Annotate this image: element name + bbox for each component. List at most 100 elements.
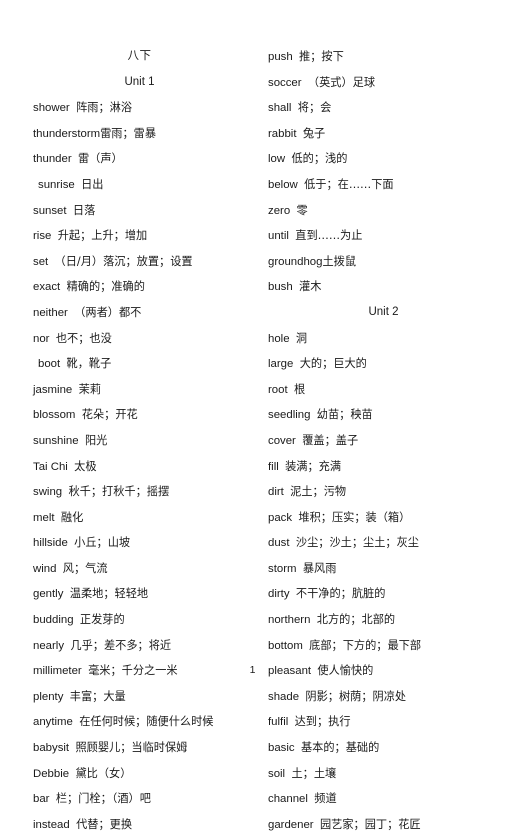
entry-term: storm (268, 562, 297, 575)
entry-term: large (268, 358, 294, 371)
entry-gloss: 土拨鼠 (322, 254, 357, 268)
entry-term: basic (268, 742, 295, 755)
entry-gloss: 几乎；差不多；将近 (70, 638, 172, 652)
entry-term: gently (33, 588, 64, 601)
entry-gloss: 低于；在……下面 (304, 177, 394, 191)
entry-gloss: 融化 (60, 510, 84, 524)
vocabulary-entry: fill 装满；充满 (268, 454, 499, 480)
vocabulary-entry: rabbit 兔子 (268, 121, 499, 147)
vocabulary-entry: gently 温柔地；轻轻地 (33, 581, 246, 607)
vocabulary-entry: shall 将；会 (268, 95, 499, 121)
entry-gloss: 幼苗；秧苗 (316, 408, 373, 422)
vocabulary-entry: thunderstorm雷雨；雷暴 (33, 121, 246, 147)
entry-gloss: 雷雨；雷暴 (100, 126, 157, 140)
entry-term: hole (268, 332, 290, 345)
entry-gloss: （英式）足球 (307, 75, 376, 89)
entry-term: soccer (268, 76, 302, 89)
entry-term: below (268, 178, 298, 191)
page-number: 1 (249, 664, 256, 676)
vocabulary-entry: jasmine 茉莉 (33, 377, 246, 403)
vocabulary-entry: sunshine 阳光 (33, 428, 246, 454)
entry-gloss: 零 (296, 203, 308, 217)
entry-gloss: 直到……为止 (295, 229, 363, 243)
entry-term: melt (33, 511, 55, 524)
entry-gloss: 将；会 (297, 101, 332, 115)
entry-gloss: 堆积；压实；装（箱） (298, 510, 411, 524)
entry-gloss: 日出 (81, 177, 104, 191)
entry-gloss: 灌木 (299, 280, 322, 294)
entry-term: cover (268, 434, 296, 447)
entry-term: set (33, 255, 49, 268)
vocabulary-entry: until 直到……为止 (268, 223, 499, 249)
vocabulary-entry: blossom 花朵；开花 (33, 402, 246, 428)
entry-term: bottom (268, 639, 303, 652)
entry-term: until (268, 230, 289, 243)
entry-gloss: 沙尘；沙土；尘土；灰尘 (295, 536, 419, 550)
left-entry-list: shower 阵雨；淋浴 thunderstorm雷雨；雷暴 thunder 雷（声… (33, 95, 246, 837)
entry-gloss: 雷（声） (77, 152, 123, 166)
entry-term: northern (268, 614, 311, 627)
entry-gloss: 升起；上升；增加 (57, 229, 148, 243)
vocabulary-entry: basic 基本的；基础的 (268, 735, 499, 761)
vocabulary-entry: pack 堆积；压实；装（箱） (268, 505, 499, 531)
entry-gloss: 日落 (72, 203, 96, 217)
vocabulary-entry: bush 灌木 (268, 274, 499, 300)
vocabulary-entry: soil 土；土壤 (268, 761, 499, 787)
entry-gloss: 低的；浅的 (291, 152, 348, 166)
entry-term: instead (33, 818, 70, 831)
vocabulary-entry: low 低的；浅的 (268, 146, 499, 172)
entry-term: babysit (33, 742, 70, 755)
vocabulary-entry: northern 北方的；北部的 (268, 607, 499, 633)
vocabulary-entry: babysit 照顾婴儿；当临时保姆 (33, 735, 246, 761)
entry-gloss: 推；按下 (299, 50, 344, 63)
entry-gloss: （两者）都不 (74, 305, 142, 319)
entry-term: pack (268, 511, 293, 524)
entry-gloss: 茉莉 (78, 382, 101, 396)
entry-term: nearly (33, 639, 65, 652)
entry-term: Debbie (33, 767, 70, 780)
unit-heading-right: Unit 2 (368, 305, 399, 318)
vocabulary-entry: zero 零 (268, 198, 499, 224)
entry-term: Tai Chi (33, 460, 68, 473)
entry-term: shade (268, 690, 300, 703)
vocabulary-entry: melt 融化 (33, 505, 246, 531)
book-title: 八下 (127, 50, 152, 62)
entry-gloss: 频道 (314, 792, 337, 806)
vocabulary-entry: nearly 几乎；差不多；将近 (33, 633, 246, 659)
vocabulary-entry: hillside 小丘；山坡 (33, 530, 246, 556)
entry-gloss: 阵雨；淋浴 (76, 101, 133, 115)
document-page: 八下 Unit 1 shower 阵雨；淋浴 thunderstorm雷雨；雷暴 t… (0, 0, 505, 831)
entry-gloss: 照顾婴儿；当临时保姆 (75, 741, 188, 755)
entry-gloss: 根 (293, 382, 306, 396)
entry-gloss: 达到；执行 (294, 715, 351, 729)
right-column: push 推；按下 soccer （英式）足球 shall 将；会 rabbit 兔子… (252, 44, 505, 837)
entry-term: soil (268, 767, 286, 780)
entry-term: bush (268, 281, 293, 294)
entry-gloss: 阳光 (84, 433, 108, 447)
vocabulary-entry: exact 精确的；准确的 (33, 274, 246, 300)
entry-term: push (268, 51, 293, 63)
entry-term: nor (33, 332, 50, 345)
vocabulary-entry: plenty 丰富；大量 (33, 684, 246, 710)
vocabulary-entry: boot 靴，靴子 (33, 351, 246, 377)
entry-term: sunshine (33, 434, 79, 447)
entry-gloss: 秋千；打秋千；摇摆 (68, 485, 170, 499)
entry-gloss: 北方的；北部的 (316, 613, 396, 627)
entry-term: zero (268, 204, 291, 217)
entry-term: swing (33, 486, 63, 499)
entry-gloss: 泥土；污物 (290, 485, 347, 499)
entry-term: exact (33, 281, 61, 294)
entry-term: seedling (268, 409, 311, 422)
entry-term: thunderstorm (33, 127, 101, 140)
entry-term: hillside (33, 537, 68, 550)
entry-term: anytime (33, 716, 73, 729)
right-entry-list: push 推；按下 soccer （英式）足球 shall 将；会 rabbit 兔子… (268, 44, 499, 837)
entry-term: groundhog (268, 255, 323, 268)
entry-term: neither (33, 306, 68, 319)
entry-gloss: 园艺家；园丁；花匠 (319, 817, 421, 831)
vocabulary-entry: instead 代替；更换 (33, 812, 246, 838)
entry-term: sunrise (38, 178, 75, 191)
entry-term: fill (268, 460, 279, 473)
entry-term: bar (33, 793, 50, 806)
entry-gloss: 太极 (74, 459, 97, 473)
